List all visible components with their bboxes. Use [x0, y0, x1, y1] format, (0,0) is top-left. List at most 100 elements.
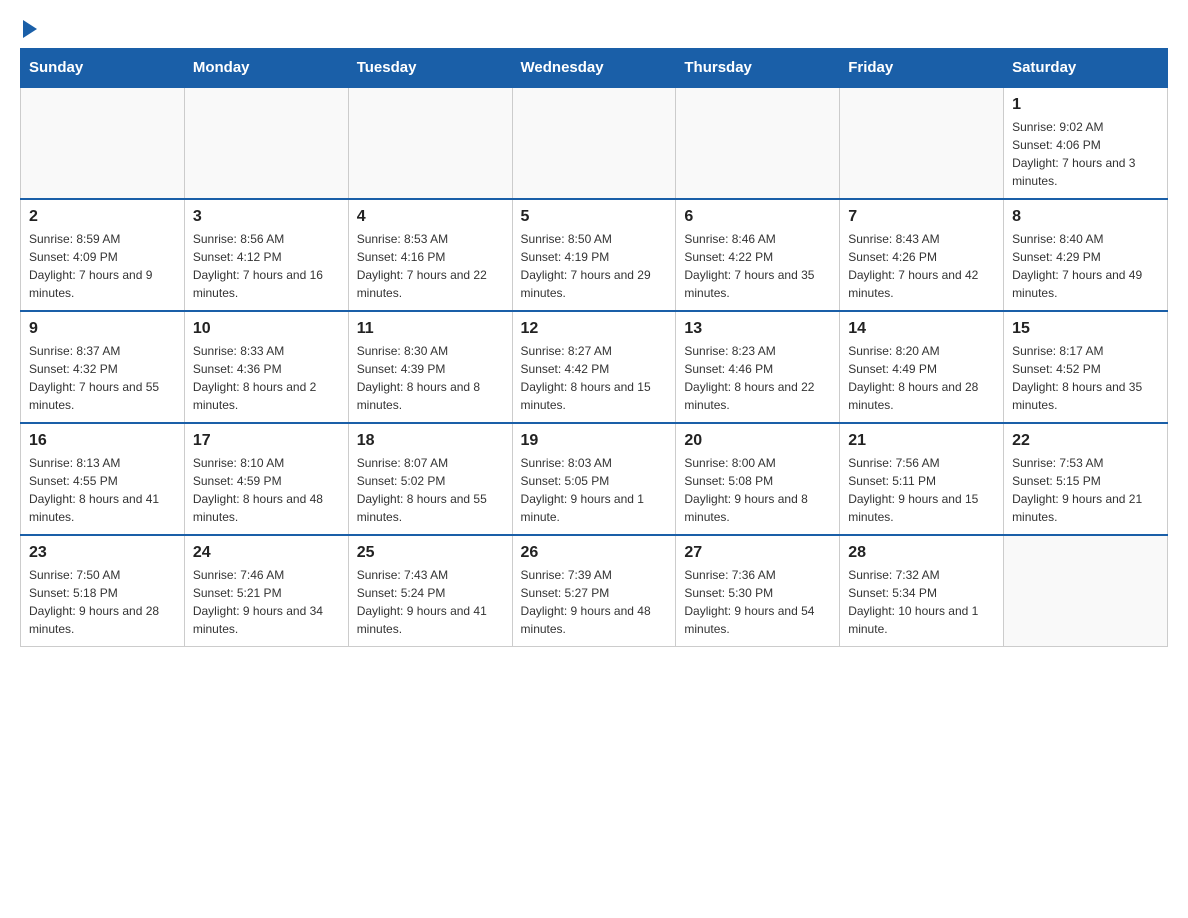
day-number: 10: [193, 320, 340, 338]
calendar-cell: 15 Sunrise: 8:17 AM Sunset: 4:52 PM Dayli…: [1004, 311, 1168, 423]
day-number: 25: [357, 544, 504, 562]
calendar-week-row: 2 Sunrise: 8:59 AM Sunset: 4:09 PM Daylig…: [21, 199, 1168, 311]
day-info: Sunrise: 7:43 AM Sunset: 5:24 PM Dayligh…: [357, 566, 504, 638]
day-info: Sunrise: 8:17 AM Sunset: 4:52 PM Dayligh…: [1012, 342, 1159, 414]
day-info: Sunrise: 8:46 AM Sunset: 4:22 PM Dayligh…: [684, 230, 831, 302]
calendar-cell: [21, 87, 185, 199]
day-number: 15: [1012, 320, 1159, 338]
calendar-cell: 20 Sunrise: 8:00 AM Sunset: 5:08 PM Dayli…: [676, 423, 840, 535]
day-info: Sunrise: 8:07 AM Sunset: 5:02 PM Dayligh…: [357, 454, 504, 526]
calendar-cell: [348, 87, 512, 199]
calendar-cell: 8Sunrise: 8:40 AM Sunset: 4:29 PM Daylig…: [1004, 199, 1168, 311]
day-number: 26: [521, 544, 668, 562]
calendar-cell: 4Sunrise: 8:53 AM Sunset: 4:16 PM Daylig…: [348, 199, 512, 311]
weekday-header-row: SundayMondayTuesdayWednesdayThursdayFrid…: [21, 49, 1168, 88]
day-number: 17: [193, 432, 340, 450]
weekday-header-wednesday: Wednesday: [512, 49, 676, 88]
day-number: 27: [684, 544, 831, 562]
day-number: 16: [29, 432, 176, 450]
logo: [20, 20, 37, 38]
calendar-cell: 12 Sunrise: 8:27 AM Sunset: 4:42 PM Dayli…: [512, 311, 676, 423]
calendar-cell: 18 Sunrise: 8:07 AM Sunset: 5:02 PM Dayli…: [348, 423, 512, 535]
day-info: Sunrise: 8:56 AM Sunset: 4:12 PM Dayligh…: [193, 230, 340, 302]
day-info: Sunrise: 8:30 AM Sunset: 4:39 PM Dayligh…: [357, 342, 504, 414]
calendar-cell: [512, 87, 676, 199]
calendar-week-row: 1 Sunrise: 9:02 AM Sunset: 4:06 PM Daylig…: [21, 87, 1168, 199]
day-number: 7: [848, 208, 995, 226]
day-info: Sunrise: 8:43 AM Sunset: 4:26 PM Dayligh…: [848, 230, 995, 302]
day-info: Sunrise: 7:46 AM Sunset: 5:21 PM Dayligh…: [193, 566, 340, 638]
day-number: 6: [684, 208, 831, 226]
weekday-header-thursday: Thursday: [676, 49, 840, 88]
day-number: 4: [357, 208, 504, 226]
day-info: Sunrise: 8:00 AM Sunset: 5:08 PM Dayligh…: [684, 454, 831, 526]
weekday-header-saturday: Saturday: [1004, 49, 1168, 88]
day-info: Sunrise: 8:03 AM Sunset: 5:05 PM Dayligh…: [521, 454, 668, 526]
calendar-cell: [676, 87, 840, 199]
day-number: 8: [1012, 208, 1159, 226]
calendar-table: SundayMondayTuesdayWednesdayThursdayFrid…: [20, 48, 1168, 647]
calendar-cell: 27 Sunrise: 7:36 AM Sunset: 5:30 PM Dayli…: [676, 535, 840, 647]
day-info: Sunrise: 8:27 AM Sunset: 4:42 PM Dayligh…: [521, 342, 668, 414]
calendar-cell: 26 Sunrise: 7:39 AM Sunset: 5:27 PM Dayli…: [512, 535, 676, 647]
day-number: 2: [29, 208, 176, 226]
day-info: Sunrise: 7:53 AM Sunset: 5:15 PM Dayligh…: [1012, 454, 1159, 526]
calendar-cell: 28Sunrise: 7:32 AM Sunset: 5:34 PM Dayli…: [840, 535, 1004, 647]
weekday-header-sunday: Sunday: [21, 49, 185, 88]
day-info: Sunrise: 7:39 AM Sunset: 5:27 PM Dayligh…: [521, 566, 668, 638]
day-info: Sunrise: 8:10 AM Sunset: 4:59 PM Dayligh…: [193, 454, 340, 526]
calendar-cell: [184, 87, 348, 199]
calendar-cell: 14 Sunrise: 8:20 AM Sunset: 4:49 PM Dayli…: [840, 311, 1004, 423]
calendar-cell: 11 Sunrise: 8:30 AM Sunset: 4:39 PM Dayli…: [348, 311, 512, 423]
day-number: 14: [848, 320, 995, 338]
calendar-cell: 24 Sunrise: 7:46 AM Sunset: 5:21 PM Dayli…: [184, 535, 348, 647]
day-info: Sunrise: 7:56 AM Sunset: 5:11 PM Dayligh…: [848, 454, 995, 526]
day-number: 22: [1012, 432, 1159, 450]
day-number: 9: [29, 320, 176, 338]
day-info: Sunrise: 8:13 AM Sunset: 4:55 PM Dayligh…: [29, 454, 176, 526]
day-number: 21: [848, 432, 995, 450]
calendar-cell: 10 Sunrise: 8:33 AM Sunset: 4:36 PM Dayli…: [184, 311, 348, 423]
day-info: Sunrise: 8:50 AM Sunset: 4:19 PM Dayligh…: [521, 230, 668, 302]
calendar-cell: 6 Sunrise: 8:46 AM Sunset: 4:22 PM Daylig…: [676, 199, 840, 311]
calendar-cell: 25 Sunrise: 7:43 AM Sunset: 5:24 PM Dayli…: [348, 535, 512, 647]
weekday-header-monday: Monday: [184, 49, 348, 88]
calendar-cell: 1 Sunrise: 9:02 AM Sunset: 4:06 PM Daylig…: [1004, 87, 1168, 199]
day-info: Sunrise: 8:20 AM Sunset: 4:49 PM Dayligh…: [848, 342, 995, 414]
day-number: 11: [357, 320, 504, 338]
calendar-cell: 2 Sunrise: 8:59 AM Sunset: 4:09 PM Daylig…: [21, 199, 185, 311]
day-number: 18: [357, 432, 504, 450]
calendar-cell: 21 Sunrise: 7:56 AM Sunset: 5:11 PM Dayli…: [840, 423, 1004, 535]
calendar-cell: 16 Sunrise: 8:13 AM Sunset: 4:55 PM Dayli…: [21, 423, 185, 535]
calendar-week-row: 16 Sunrise: 8:13 AM Sunset: 4:55 PM Dayli…: [21, 423, 1168, 535]
calendar-cell: 17 Sunrise: 8:10 AM Sunset: 4:59 PM Dayli…: [184, 423, 348, 535]
logo-triangle-icon: [23, 20, 37, 38]
calendar-cell: 22 Sunrise: 7:53 AM Sunset: 5:15 PM Dayli…: [1004, 423, 1168, 535]
day-info: Sunrise: 9:02 AM Sunset: 4:06 PM Dayligh…: [1012, 118, 1159, 190]
day-number: 12: [521, 320, 668, 338]
day-number: 23: [29, 544, 176, 562]
day-number: 13: [684, 320, 831, 338]
day-number: 5: [521, 208, 668, 226]
calendar-cell: 13 Sunrise: 8:23 AM Sunset: 4:46 PM Dayli…: [676, 311, 840, 423]
day-info: Sunrise: 7:36 AM Sunset: 5:30 PM Dayligh…: [684, 566, 831, 638]
calendar-cell: 9 Sunrise: 8:37 AM Sunset: 4:32 PM Daylig…: [21, 311, 185, 423]
calendar-cell: 7 Sunrise: 8:43 AM Sunset: 4:26 PM Daylig…: [840, 199, 1004, 311]
day-info: Sunrise: 8:59 AM Sunset: 4:09 PM Dayligh…: [29, 230, 176, 302]
calendar-cell: 23 Sunrise: 7:50 AM Sunset: 5:18 PM Dayli…: [21, 535, 185, 647]
calendar-cell: 5 Sunrise: 8:50 AM Sunset: 4:19 PM Daylig…: [512, 199, 676, 311]
day-number: 1: [1012, 96, 1159, 114]
page-header: [20, 20, 1168, 38]
day-number: 20: [684, 432, 831, 450]
calendar-week-row: 9 Sunrise: 8:37 AM Sunset: 4:32 PM Daylig…: [21, 311, 1168, 423]
day-info: Sunrise: 8:37 AM Sunset: 4:32 PM Dayligh…: [29, 342, 176, 414]
day-number: 24: [193, 544, 340, 562]
day-number: 3: [193, 208, 340, 226]
day-info: Sunrise: 8:33 AM Sunset: 4:36 PM Dayligh…: [193, 342, 340, 414]
weekday-header-tuesday: Tuesday: [348, 49, 512, 88]
calendar-week-row: 23 Sunrise: 7:50 AM Sunset: 5:18 PM Dayli…: [21, 535, 1168, 647]
calendar-cell: 3 Sunrise: 8:56 AM Sunset: 4:12 PM Daylig…: [184, 199, 348, 311]
day-info: Sunrise: 8:23 AM Sunset: 4:46 PM Dayligh…: [684, 342, 831, 414]
calendar-cell: [840, 87, 1004, 199]
day-info: Sunrise: 7:50 AM Sunset: 5:18 PM Dayligh…: [29, 566, 176, 638]
